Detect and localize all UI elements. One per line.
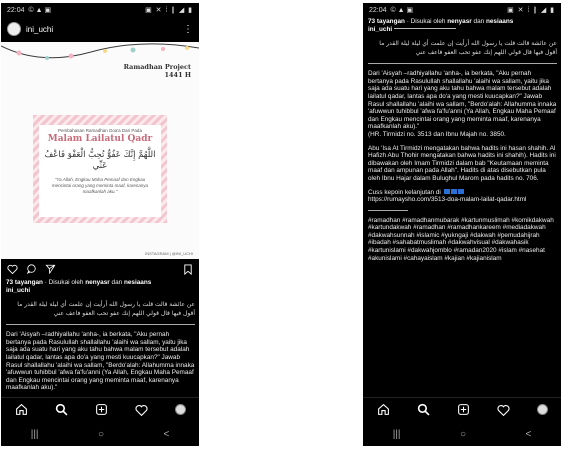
system-navigation: ||| ○ < <box>1 422 199 446</box>
project-year: 1441 H <box>164 71 192 79</box>
activity-icon[interactable] <box>497 404 510 416</box>
caption-paragraph-1: Dari 'Aisyah –radhiyallahu 'anha-, ia be… <box>368 70 557 138</box>
caption-area: 73 tayangan · Disukai oleh nenyasr dan n… <box>6 279 195 397</box>
home-icon[interactable] <box>377 403 390 416</box>
caption-link[interactable]: https://rumaysho.com/3513-doa-malam-lail… <box>368 196 526 203</box>
back-button[interactable]: < <box>163 429 169 440</box>
caption-username[interactable]: ini_uchi <box>368 26 392 33</box>
hashtag-divider <box>368 209 408 211</box>
bottom-navigation <box>1 397 199 421</box>
avatar[interactable] <box>7 22 21 36</box>
username-underline <box>394 28 457 30</box>
caption-paragraph-1-text: Dari 'Aisyah –radhiyallahu 'anha-, ia be… <box>368 70 557 131</box>
liked-and-text: dan <box>109 279 124 286</box>
caption-username[interactable]: ini_uchi <box>6 287 30 294</box>
emoji-icon <box>443 189 450 195</box>
caption-link-prefix: Cuss kepoin kelanjutan di <box>368 188 441 196</box>
liked-by-text: · Disukai oleh <box>404 18 448 25</box>
post-header: ini_uchi ⋮ <box>1 18 199 40</box>
post-image[interactable]: Ramadhan Project 1441 H Pembahasan Ramad… <box>1 42 199 259</box>
back-button[interactable]: < <box>525 429 531 440</box>
caption-area-expanded: 73 tayangan · Disukai oleh nenyasr dan n… <box>368 18 557 397</box>
recent-apps-button[interactable]: ||| <box>31 429 39 440</box>
status-notification-icons: © ▲ ▣ <box>28 7 52 14</box>
status-time: 22:04 <box>369 6 387 14</box>
bookmark-icon[interactable] <box>183 263 193 275</box>
emoji-icon <box>450 189 457 195</box>
hashtags[interactable]: #ramadhan #ramadhanmubarak #kartunmuslim… <box>368 217 557 263</box>
bottom-navigation <box>363 397 561 421</box>
caption-paragraph-2: Abu 'Isa At Tirmidzi mengatakan bahwa ha… <box>368 144 556 182</box>
dua-card-inner: Pembahasan Ramadhan Doa'a Dari Pada Mala… <box>39 125 161 217</box>
status-bar: 22:04 © ▲ ▣ ▣ ✕ ⁞ ∥ ◢ ▮ <box>363 3 561 17</box>
likes-line: 73 tayangan · Disukai oleh nenyasr dan n… <box>368 18 557 33</box>
caption-paragraph-3: Cuss kepoin kelanjutan di https://rumays… <box>368 189 557 204</box>
liker-1[interactable]: nenyasr <box>85 279 110 286</box>
home-button[interactable]: ○ <box>98 429 104 440</box>
profile-avatar-image <box>536 404 548 415</box>
caption-arabic: عن عائشة قالت قلت يا رسول الله أرأيت إن … <box>17 301 195 318</box>
status-bar: 22:04 © ▲ ▣ ▣ ✕ ⁞ ∥ ◢ ▮ <box>1 3 199 17</box>
caption-arabic: عن عائشة قالت قلت يا رسول الله أرأيت إن … <box>379 40 557 57</box>
profile-avatar-image <box>174 404 186 415</box>
dua-translation: "Ya Allah, Engkau Maha Pemaaf dan Engkau… <box>51 177 149 194</box>
dua-arabic: اللَّهُمَّ إِنَّكَ عَفُوٌّ تُحِبُّ الْعَ… <box>44 150 156 171</box>
caption-divider <box>368 63 557 65</box>
add-post-icon[interactable] <box>457 403 470 416</box>
card-top-text: Pembahasan Ramadhan Doa'a Dari Pada <box>58 128 142 133</box>
image-watermark: INSTAGRAM | @INI_UCHI <box>145 251 193 256</box>
status-system-icons: ▣ ✕ ⁞ ∥ ◢ ▮ <box>145 7 193 14</box>
project-title: Ramadhan Project 1441 H <box>124 63 191 79</box>
home-icon[interactable] <box>15 403 28 416</box>
status-system-icons: ▣ ✕ ⁞ ∥ ◢ ▮ <box>507 7 555 14</box>
dua-card: Pembahasan Ramadhan Doa'a Dari Pada Mala… <box>33 115 167 223</box>
likes-line: 73 tayangan · Disukai oleh nenyasr dan n… <box>6 279 195 294</box>
post-username[interactable]: ini_uchi <box>26 25 53 34</box>
liker-2[interactable]: nesiaans <box>486 18 513 25</box>
caption-paragraph-1: Dari 'Aisyah –radhiyallahu 'anha-, ia be… <box>6 331 195 392</box>
profile-avatar[interactable] <box>536 404 548 415</box>
search-icon[interactable] <box>417 403 430 416</box>
share-icon[interactable] <box>45 264 56 274</box>
liker-1[interactable]: nenyasr <box>447 18 472 25</box>
liked-by-text: · Disukai oleh <box>42 279 86 286</box>
emoji-icon <box>457 189 464 195</box>
liker-2[interactable]: nesiaans <box>124 279 151 286</box>
views-count: 73 tayangan <box>368 18 405 25</box>
liked-and-text: dan <box>471 18 486 25</box>
card-heading: Malam Lailatul Qadr <box>47 134 153 144</box>
search-icon[interactable] <box>55 403 68 416</box>
comment-icon[interactable] <box>26 264 37 274</box>
caption-paragraph-1-reference: (HR. Tirmidzi no. 3513 dan Ibnu Majah no… <box>368 130 506 138</box>
home-button[interactable]: ○ <box>460 429 466 440</box>
status-notification-icons: © ▲ ▣ <box>390 7 414 14</box>
add-post-icon[interactable] <box>95 403 108 416</box>
activity-icon[interactable] <box>135 404 148 416</box>
caption-divider <box>6 324 195 326</box>
more-options-icon[interactable]: ⋮ <box>183 24 193 35</box>
phone-right-screen: 22:04 © ▲ ▣ ▣ ✕ ⁞ ∥ ◢ ▮ 73 tayangan · Di… <box>363 3 561 446</box>
phone-left-screen: 22:04 © ▲ ▣ ▣ ✕ ⁞ ∥ ◢ ▮ ini_uchi ⋮ Ramad… <box>1 3 199 446</box>
post-actions <box>1 261 199 277</box>
status-time: 22:04 <box>7 6 25 14</box>
system-navigation: ||| ○ < <box>363 422 561 446</box>
profile-avatar[interactable] <box>174 404 186 415</box>
views-count: 73 tayangan <box>6 279 43 286</box>
heart-icon[interactable] <box>7 264 18 274</box>
project-title-text: Ramadhan Project <box>123 63 191 71</box>
recent-apps-button[interactable]: ||| <box>393 429 401 440</box>
